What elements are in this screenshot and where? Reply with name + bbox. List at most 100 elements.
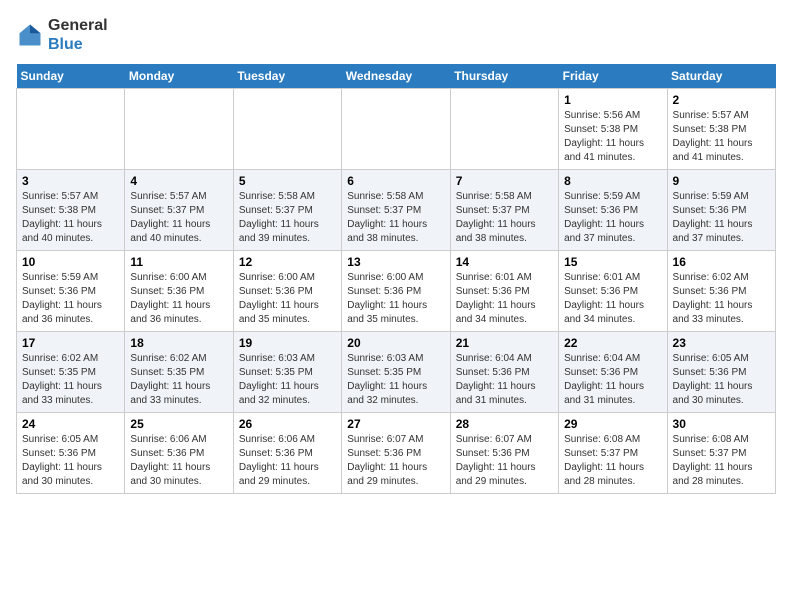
day-info: Sunrise: 6:07 AM Sunset: 5:36 PM Dayligh… [456, 433, 553, 489]
day-info: Sunrise: 5:58 AM Sunset: 5:37 PM Dayligh… [239, 190, 336, 246]
calendar-table: SundayMondayTuesdayWednesdayThursdayFrid… [16, 64, 776, 494]
calendar-cell [17, 89, 125, 170]
day-number: 14 [456, 255, 553, 269]
calendar-cell: 6Sunrise: 5:58 AM Sunset: 5:37 PM Daylig… [342, 170, 450, 251]
calendar-cell: 18Sunrise: 6:02 AM Sunset: 5:35 PM Dayli… [125, 332, 233, 413]
day-info: Sunrise: 6:07 AM Sunset: 5:36 PM Dayligh… [347, 433, 444, 489]
calendar-header-row: SundayMondayTuesdayWednesdayThursdayFrid… [17, 64, 776, 89]
day-info: Sunrise: 6:05 AM Sunset: 5:36 PM Dayligh… [673, 352, 770, 408]
day-info: Sunrise: 6:06 AM Sunset: 5:36 PM Dayligh… [130, 433, 227, 489]
day-info: Sunrise: 6:00 AM Sunset: 5:36 PM Dayligh… [239, 271, 336, 327]
day-info: Sunrise: 6:03 AM Sunset: 5:35 PM Dayligh… [239, 352, 336, 408]
day-number: 30 [673, 417, 770, 431]
day-info: Sunrise: 6:05 AM Sunset: 5:36 PM Dayligh… [22, 433, 119, 489]
day-number: 26 [239, 417, 336, 431]
calendar-cell: 1 Sunrise: 5:56 AM Sunset: 5:38 PM Daylig… [559, 89, 667, 170]
calendar-cell: 28 Sunrise: 6:07 AM Sunset: 5:36 PM Dayli… [450, 413, 558, 494]
calendar-cell: 7 Sunrise: 5:58 AM Sunset: 5:37 PM Daylig… [450, 170, 558, 251]
day-info: Sunrise: 6:01 AM Sunset: 5:36 PM Dayligh… [456, 271, 553, 327]
calendar-cell: 3 Sunrise: 5:57 AM Sunset: 5:38 PM Daylig… [17, 170, 125, 251]
day-info: Sunrise: 5:57 AM Sunset: 5:38 PM Dayligh… [22, 190, 119, 246]
day-number: 24 [22, 417, 119, 431]
calendar-cell: 11Sunrise: 6:00 AM Sunset: 5:36 PM Dayli… [125, 251, 233, 332]
day-number: 8 [564, 174, 661, 188]
calendar-cell: 9 Sunrise: 5:59 AM Sunset: 5:36 PM Daylig… [667, 170, 775, 251]
calendar-cell: 14 Sunrise: 6:01 AM Sunset: 5:36 PM Dayli… [450, 251, 558, 332]
calendar-week-row: 17 Sunrise: 6:02 AM Sunset: 5:35 PM Dayli… [17, 332, 776, 413]
day-info: Sunrise: 6:08 AM Sunset: 5:37 PM Dayligh… [564, 433, 661, 489]
calendar-cell: 27 Sunrise: 6:07 AM Sunset: 5:36 PM Dayli… [342, 413, 450, 494]
day-info: Sunrise: 6:02 AM Sunset: 5:35 PM Dayligh… [130, 352, 227, 408]
calendar-cell: 26 Sunrise: 6:06 AM Sunset: 5:36 PM Dayli… [233, 413, 341, 494]
day-info: Sunrise: 5:58 AM Sunset: 5:37 PM Dayligh… [456, 190, 553, 246]
calendar-header-saturday: Saturday [667, 64, 775, 89]
calendar-cell: 24 Sunrise: 6:05 AM Sunset: 5:36 PM Dayli… [17, 413, 125, 494]
day-number: 7 [456, 174, 553, 188]
day-info: Sunrise: 6:01 AM Sunset: 5:36 PM Dayligh… [564, 271, 661, 327]
calendar-cell: 20Sunrise: 6:03 AM Sunset: 5:35 PM Dayli… [342, 332, 450, 413]
day-number: 28 [456, 417, 553, 431]
day-info: Sunrise: 6:02 AM Sunset: 5:35 PM Dayligh… [22, 352, 119, 408]
day-info: Sunrise: 6:08 AM Sunset: 5:37 PM Dayligh… [673, 433, 770, 489]
calendar-cell: 16 Sunrise: 6:02 AM Sunset: 5:36 PM Dayli… [667, 251, 775, 332]
day-info: Sunrise: 5:57 AM Sunset: 5:37 PM Dayligh… [130, 190, 227, 246]
day-info: Sunrise: 5:58 AM Sunset: 5:37 PM Dayligh… [347, 190, 444, 246]
day-info: Sunrise: 5:57 AM Sunset: 5:38 PM Dayligh… [673, 109, 770, 165]
day-number: 21 [456, 336, 553, 350]
day-number: 25 [130, 417, 227, 431]
day-info: Sunrise: 5:59 AM Sunset: 5:36 PM Dayligh… [564, 190, 661, 246]
calendar-cell: 30 Sunrise: 6:08 AM Sunset: 5:37 PM Dayli… [667, 413, 775, 494]
day-number: 9 [673, 174, 770, 188]
day-number: 3 [22, 174, 119, 188]
day-info: Sunrise: 6:04 AM Sunset: 5:36 PM Dayligh… [564, 352, 661, 408]
calendar-cell: 8 Sunrise: 5:59 AM Sunset: 5:36 PM Daylig… [559, 170, 667, 251]
day-number: 29 [564, 417, 661, 431]
day-info: Sunrise: 6:00 AM Sunset: 5:36 PM Dayligh… [130, 271, 227, 327]
day-info: Sunrise: 6:02 AM Sunset: 5:36 PM Dayligh… [673, 271, 770, 327]
day-number: 13 [347, 255, 444, 269]
day-number: 1 [564, 93, 661, 107]
calendar-header-tuesday: Tuesday [233, 64, 341, 89]
day-number: 12 [239, 255, 336, 269]
calendar-cell: 23Sunrise: 6:05 AM Sunset: 5:36 PM Dayli… [667, 332, 775, 413]
calendar-cell: 29 Sunrise: 6:08 AM Sunset: 5:37 PM Dayli… [559, 413, 667, 494]
day-info: Sunrise: 5:59 AM Sunset: 5:36 PM Dayligh… [673, 190, 770, 246]
calendar-week-row: 3 Sunrise: 5:57 AM Sunset: 5:38 PM Daylig… [17, 170, 776, 251]
logo-general: General [48, 17, 108, 34]
day-number: 4 [130, 174, 227, 188]
day-info: Sunrise: 6:04 AM Sunset: 5:36 PM Dayligh… [456, 352, 553, 408]
calendar-cell: 15 Sunrise: 6:01 AM Sunset: 5:36 PM Dayli… [559, 251, 667, 332]
logo-icon [16, 21, 44, 49]
day-number: 15 [564, 255, 661, 269]
calendar-header-monday: Monday [125, 64, 233, 89]
calendar-week-row: 1 Sunrise: 5:56 AM Sunset: 5:38 PM Daylig… [17, 89, 776, 170]
calendar-cell: 10Sunrise: 5:59 AM Sunset: 5:36 PM Dayli… [17, 251, 125, 332]
calendar-cell: 19Sunrise: 6:03 AM Sunset: 5:35 PM Dayli… [233, 332, 341, 413]
calendar-cell: 5Sunrise: 5:58 AM Sunset: 5:37 PM Daylig… [233, 170, 341, 251]
calendar-cell: 22 Sunrise: 6:04 AM Sunset: 5:36 PM Dayli… [559, 332, 667, 413]
logo-blue: Blue [48, 36, 83, 53]
day-number: 22 [564, 336, 661, 350]
day-info: Sunrise: 5:56 AM Sunset: 5:38 PM Dayligh… [564, 109, 661, 165]
day-info: Sunrise: 6:03 AM Sunset: 5:35 PM Dayligh… [347, 352, 444, 408]
calendar-cell: 17 Sunrise: 6:02 AM Sunset: 5:35 PM Dayli… [17, 332, 125, 413]
day-info: Sunrise: 6:06 AM Sunset: 5:36 PM Dayligh… [239, 433, 336, 489]
day-number: 2 [673, 93, 770, 107]
calendar-cell: 25 Sunrise: 6:06 AM Sunset: 5:36 PM Dayli… [125, 413, 233, 494]
calendar-week-row: 24 Sunrise: 6:05 AM Sunset: 5:36 PM Dayli… [17, 413, 776, 494]
page-header: General Blue [16, 16, 776, 54]
calendar-cell: 13 Sunrise: 6:00 AM Sunset: 5:36 PM Dayli… [342, 251, 450, 332]
day-info: Sunrise: 6:00 AM Sunset: 5:36 PM Dayligh… [347, 271, 444, 327]
calendar-cell: 2 Sunrise: 5:57 AM Sunset: 5:38 PM Daylig… [667, 89, 775, 170]
calendar-cell: 12 Sunrise: 6:00 AM Sunset: 5:36 PM Dayli… [233, 251, 341, 332]
logo-text: General Blue [48, 16, 108, 54]
day-info: Sunrise: 5:59 AM Sunset: 5:36 PM Dayligh… [22, 271, 119, 327]
calendar-header-friday: Friday [559, 64, 667, 89]
calendar-header-thursday: Thursday [450, 64, 558, 89]
day-number: 17 [22, 336, 119, 350]
calendar-cell [342, 89, 450, 170]
day-number: 16 [673, 255, 770, 269]
calendar-cell: 21 Sunrise: 6:04 AM Sunset: 5:36 PM Dayli… [450, 332, 558, 413]
calendar-cell [450, 89, 558, 170]
day-number: 27 [347, 417, 444, 431]
